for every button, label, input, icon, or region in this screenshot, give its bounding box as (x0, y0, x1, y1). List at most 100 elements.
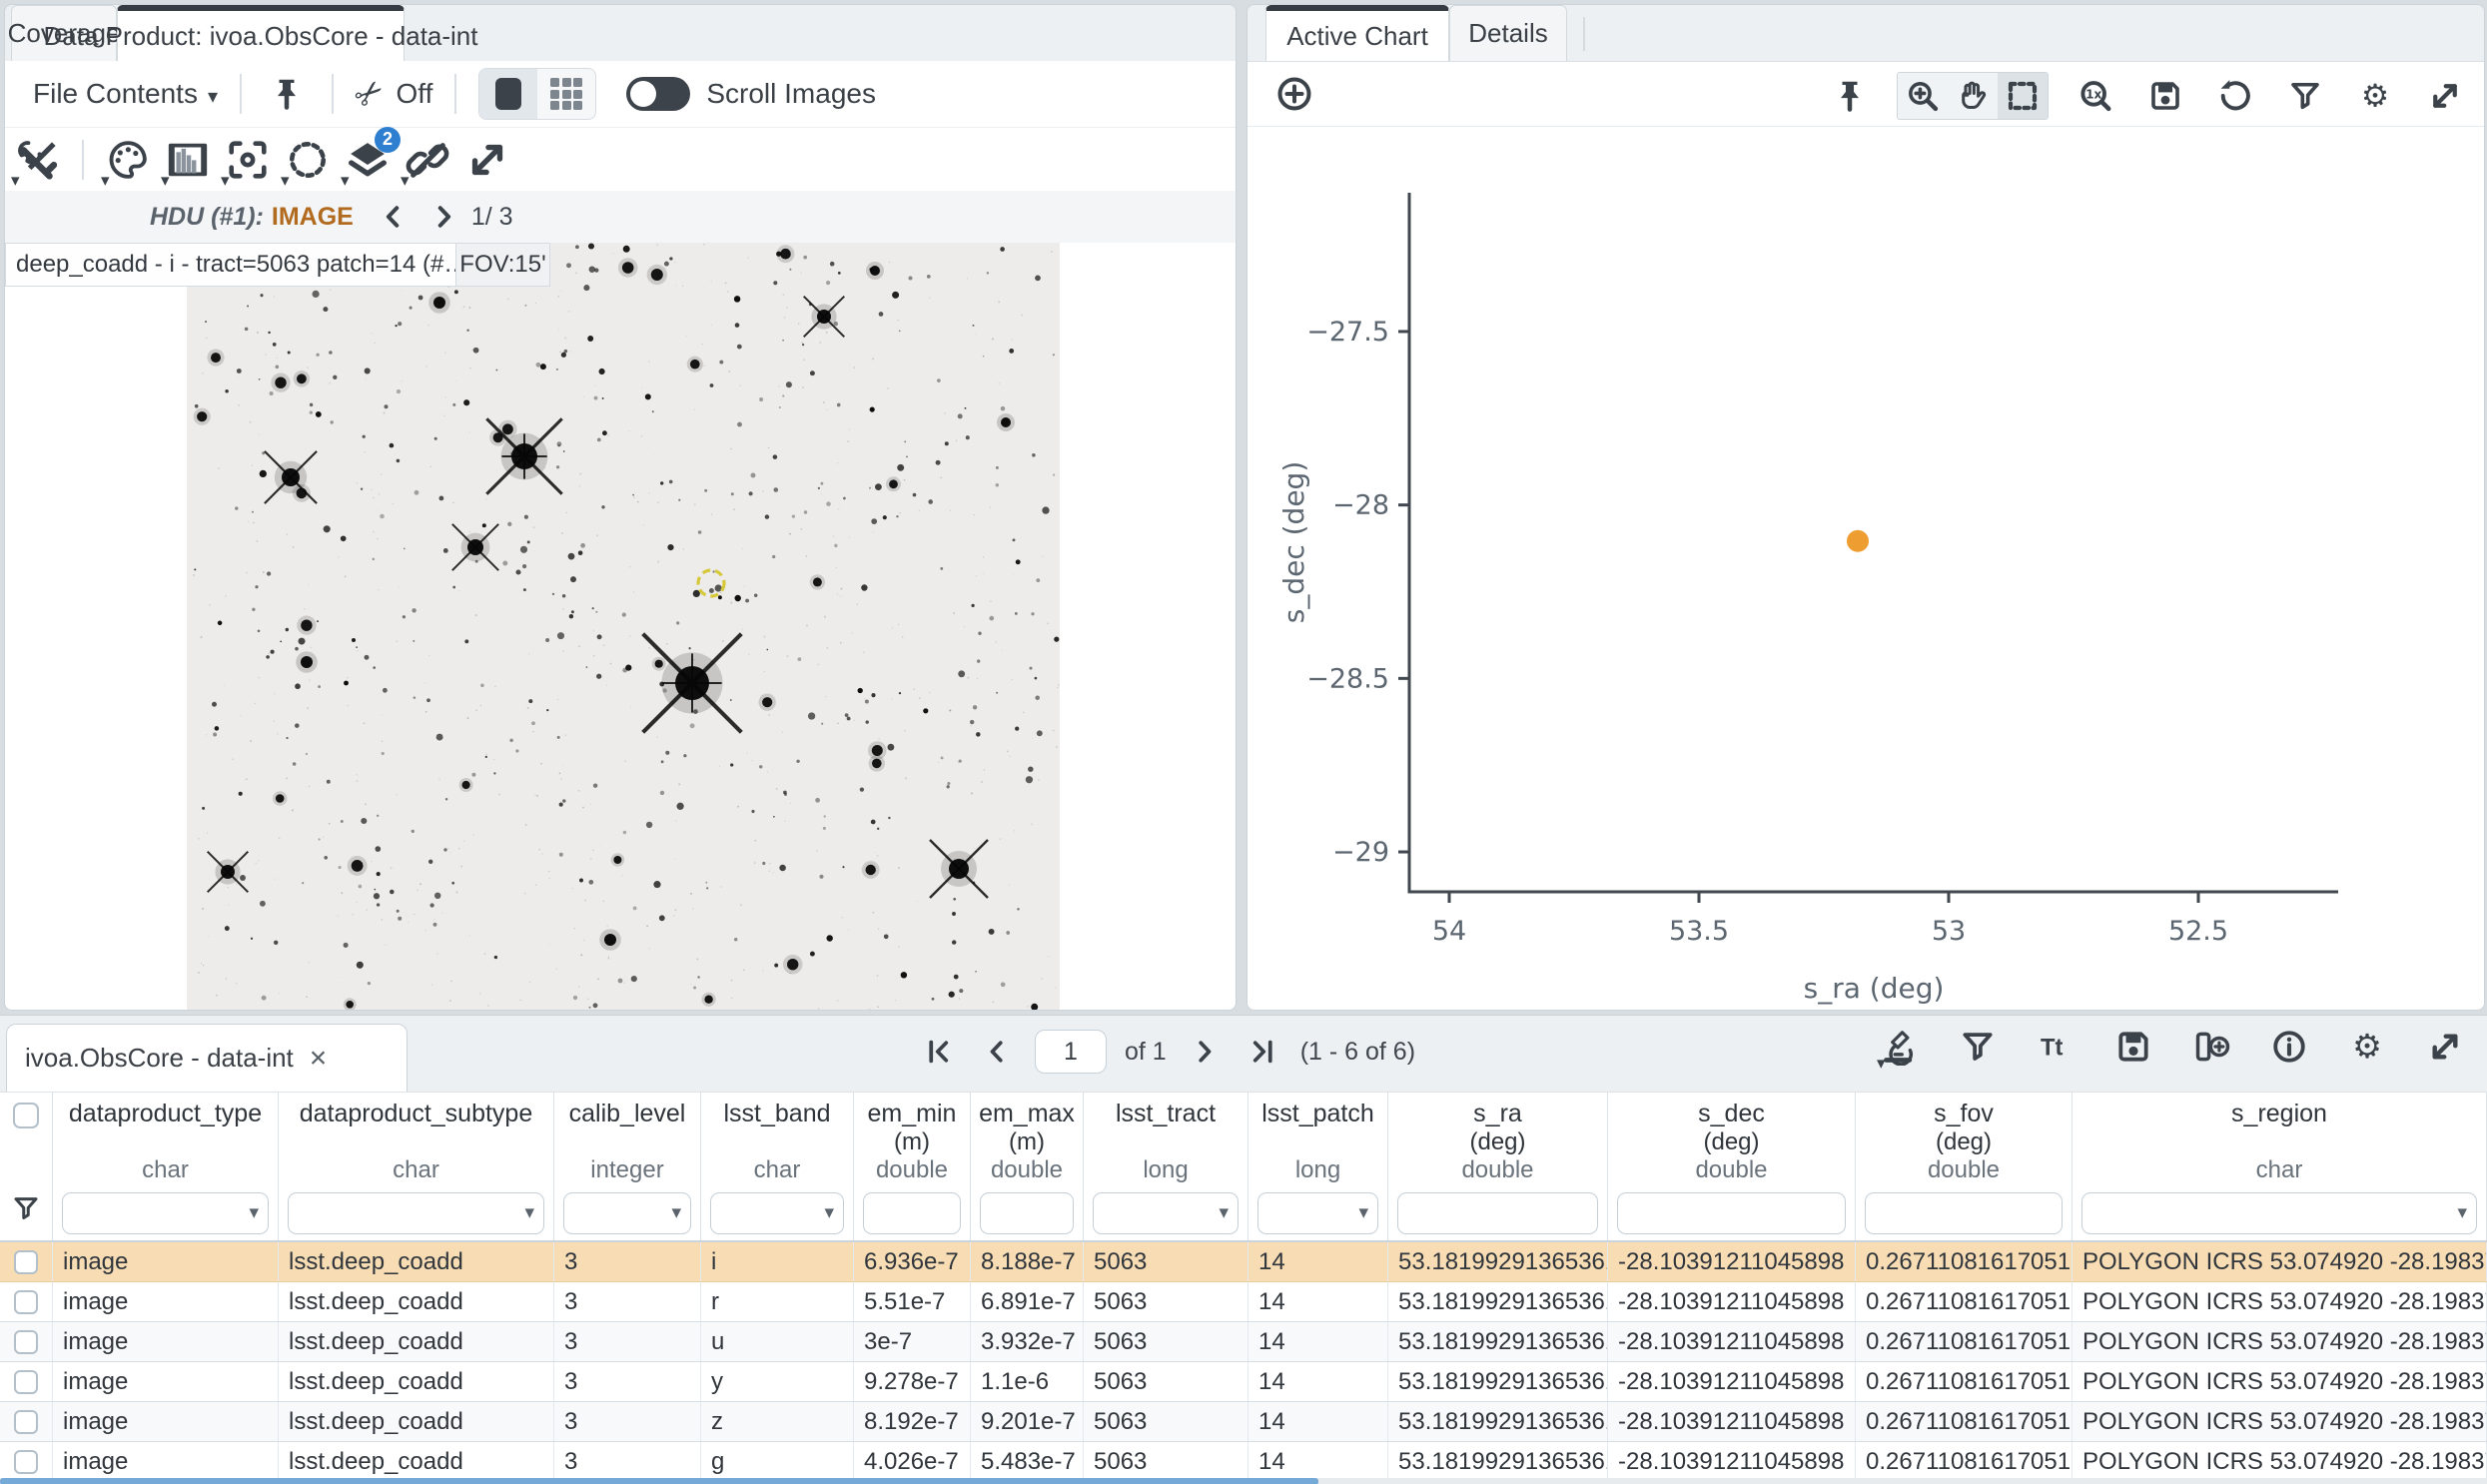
page-number-input[interactable] (1035, 1030, 1107, 1074)
single-view-button[interactable] (479, 69, 537, 119)
tab-data-product-label: Data Product: ivoa.ObsCore - data-int (44, 21, 478, 52)
hdu-prev-button[interactable] (380, 203, 408, 231)
restore-icon[interactable] (2217, 78, 2253, 114)
filter-input-s_fov[interactable] (1865, 1192, 2063, 1234)
expand-icon[interactable] (2426, 1028, 2464, 1066)
hdu-next-button[interactable] (429, 203, 457, 231)
expand-icon[interactable] (2427, 78, 2463, 114)
cell-em_max: 9.201e-7 (971, 1402, 1084, 1441)
filter-input-s_region[interactable]: ▾ (2081, 1192, 2477, 1234)
filter-icon[interactable] (2287, 78, 2323, 114)
add-chart-button[interactable] (1274, 74, 1314, 114)
column-type: double (1856, 1156, 2072, 1186)
add-column-icon[interactable] (2192, 1028, 2230, 1066)
filter-input-s_dec[interactable] (1617, 1192, 1846, 1234)
next-page-button[interactable] (1190, 1037, 1220, 1067)
recenter-icon[interactable]: ▾ (225, 137, 271, 183)
text-options-icon[interactable]: Tt (2037, 1028, 2074, 1066)
settings-icon[interactable]: ⚙ (2348, 1028, 2386, 1066)
close-icon[interactable]: × (310, 1044, 328, 1074)
column-header-em_max[interactable]: em_max(m)double (971, 1093, 1084, 1240)
zoom-in-button[interactable] (1898, 73, 1948, 119)
pin-icon[interactable] (1832, 78, 1868, 114)
filter-input-dataproduct_subtype[interactable]: ▾ (288, 1192, 544, 1234)
column-header-lsst_band[interactable]: lsst_bandchar▾ (701, 1093, 854, 1240)
cell-dataproduct_type: image (53, 1362, 279, 1401)
select-area-button[interactable] (1998, 73, 2048, 119)
filter-input-lsst_patch[interactable]: ▾ (1257, 1192, 1378, 1234)
pin-button[interactable] (269, 76, 305, 112)
table-row[interactable]: imagelsst.deep_coadd3y9.278e-71.1e-65063… (0, 1362, 2487, 1402)
svg-text:s_ra (deg): s_ra (deg) (1804, 972, 1945, 1005)
table-row[interactable]: imagelsst.deep_coadd3r5.51e-76.891e-7506… (0, 1282, 2487, 1322)
scrollbar-thumb[interactable] (0, 1478, 1318, 1484)
svg-text:−27.5: −27.5 (1306, 317, 1389, 348)
column-header-s_region[interactable]: s_regionchar▾ (2072, 1093, 2487, 1240)
filter-input-em_max[interactable] (980, 1192, 1074, 1234)
column-header-dataproduct_type[interactable]: dataproduct_typechar▾ (53, 1093, 279, 1240)
row-checkbox[interactable] (14, 1410, 38, 1434)
row-checkbox[interactable] (14, 1290, 38, 1314)
row-checkbox[interactable] (14, 1370, 38, 1394)
filter-input-s_ra[interactable] (1397, 1192, 1598, 1234)
table-row[interactable]: imagelsst.deep_coadd3g4.026e-75.483e-750… (0, 1442, 2487, 1482)
horizontal-scrollbar[interactable] (0, 1478, 2487, 1484)
column-header-lsst_tract[interactable]: lsst_tractlong▾ (1084, 1093, 1248, 1240)
tab-data-product[interactable]: Data Product: ivoa.ObsCore - data-int (117, 5, 405, 61)
prev-page-button[interactable] (982, 1037, 1012, 1067)
filter-input-calib_level[interactable]: ▾ (563, 1192, 691, 1234)
scatter-chart[interactable]: 5453.55352.5−27.5−28−28.5−29s_ra (deg)s_… (1247, 127, 2484, 1011)
row-checkbox[interactable] (14, 1450, 38, 1474)
histogram-icon[interactable]: ▾ (165, 137, 211, 183)
table-row[interactable]: imagelsst.deep_coadd3i6.936e-78.188e-750… (0, 1242, 2487, 1282)
table-row[interactable]: imagelsst.deep_coadd3u3e-73.932e-7506314… (0, 1322, 2487, 1362)
pan-hand-button[interactable] (1948, 73, 1998, 119)
tab-active-chart[interactable]: Active Chart (1265, 5, 1449, 61)
scissors-icon[interactable]: ✂ (346, 70, 394, 119)
region-circle-icon[interactable]: ▾ (285, 137, 331, 183)
column-type: double (1608, 1156, 1855, 1186)
row-checkbox[interactable] (14, 1330, 38, 1354)
image-title: deep_coadd - i - tract=5063 patch=14 (#… (5, 243, 456, 287)
unlink-icon[interactable]: ▾ (405, 137, 450, 183)
palette-icon[interactable]: ▾ (105, 137, 151, 183)
select-all-checkbox[interactable] (13, 1103, 39, 1128)
column-header-em_min[interactable]: em_min(m)double (854, 1093, 971, 1240)
filter-input-lsst_tract[interactable]: ▾ (1093, 1192, 1239, 1234)
info-icon[interactable] (2270, 1028, 2308, 1066)
table-tab[interactable]: ivoa.ObsCore - data-int × (6, 1024, 408, 1092)
svg-text:Tt: Tt (2041, 1035, 2064, 1062)
save-icon[interactable] (2147, 78, 2183, 114)
column-header-lsst_patch[interactable]: lsst_patchlong▾ (1248, 1093, 1388, 1240)
sky-image[interactable] (187, 243, 1060, 1010)
last-page-button[interactable] (1247, 1037, 1277, 1067)
column-header-dataproduct_subtype[interactable]: dataproduct_subtypechar▾ (279, 1093, 554, 1240)
column-header-s_ra[interactable]: s_ra(deg)double (1388, 1093, 1608, 1240)
grid-view-button[interactable] (537, 69, 595, 119)
hdu-bar: HDU (#1): IMAGE 1/ 3 (5, 191, 1236, 244)
layers-icon[interactable]: ▾2 (345, 137, 391, 183)
filter-input-dataproduct_type[interactable]: ▾ (62, 1192, 269, 1234)
filter-input-em_min[interactable] (863, 1192, 961, 1234)
zoom-1x-icon[interactable]: 1x (2077, 78, 2113, 114)
settings-icon[interactable]: ⚙ (2357, 78, 2393, 114)
filter-icon[interactable] (1959, 1028, 1997, 1066)
scroll-images-toggle[interactable] (626, 77, 690, 111)
save-icon[interactable] (2114, 1028, 2152, 1066)
column-header-s_dec[interactable]: s_dec(deg)double (1608, 1093, 1856, 1240)
microscope-icon[interactable]: ▾ (1881, 1028, 1919, 1066)
cell-calib_level: 3 (554, 1242, 701, 1281)
image-viewer[interactable]: deep_coadd - i - tract=5063 patch=14 (#…… (5, 243, 1236, 1010)
first-page-button[interactable] (924, 1037, 954, 1067)
tab-details[interactable]: Details (1449, 5, 1567, 61)
tools-icon[interactable]: ▾ (15, 137, 61, 183)
table-tab-label: ivoa.ObsCore - data-int (25, 1043, 294, 1074)
row-checkbox[interactable] (14, 1250, 38, 1274)
table-row[interactable]: imagelsst.deep_coadd3z8.192e-79.201e-750… (0, 1402, 2487, 1442)
expand-icon[interactable] (464, 137, 510, 183)
column-header-calib_level[interactable]: calib_levelinteger▾ (554, 1093, 701, 1240)
divider (240, 74, 242, 114)
file-contents-dropdown[interactable]: File Contents▾ (33, 78, 218, 110)
column-header-s_fov[interactable]: s_fov(deg)double (1856, 1093, 2072, 1240)
filter-input-lsst_band[interactable]: ▾ (710, 1192, 844, 1234)
